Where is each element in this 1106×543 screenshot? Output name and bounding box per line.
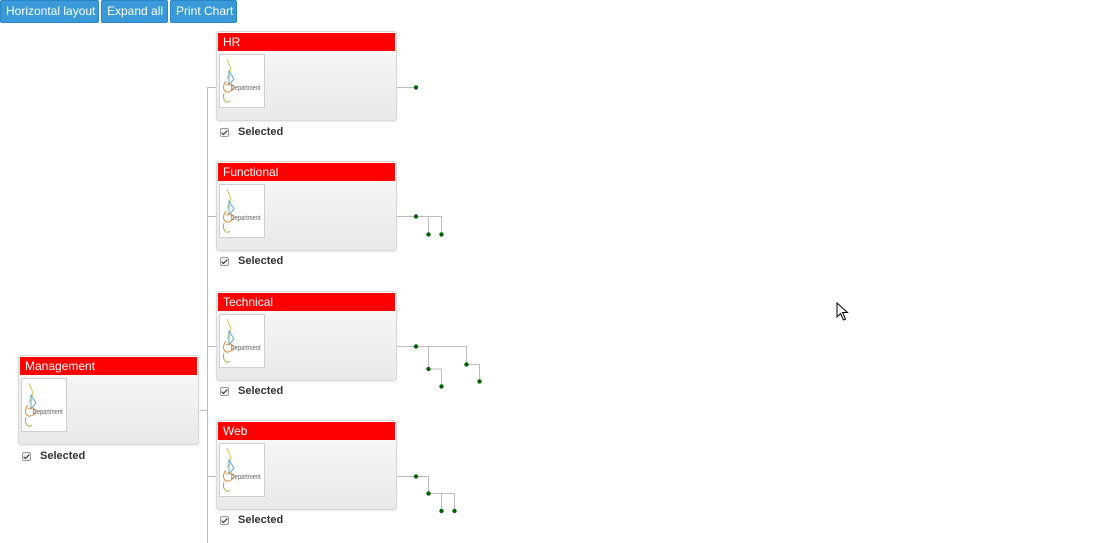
org-node-hr[interactable]: HR Department	[216, 31, 397, 121]
tree-connectors	[199, 85, 482, 543]
node-title: Management	[20, 357, 197, 375]
collapsed-node-dot[interactable]	[464, 362, 469, 367]
node-title: HR	[218, 33, 395, 51]
department-image-text: Department	[231, 85, 261, 93]
selected-label: Selected	[40, 450, 86, 462]
collapsed-node-dot[interactable]	[426, 491, 431, 496]
collapsed-node-dot[interactable]	[413, 85, 419, 90]
collapsed-node-dot[interactable]	[477, 379, 482, 384]
checkbox-checked-icon[interactable]	[220, 515, 229, 525]
department-image-text: Department	[33, 409, 63, 417]
collapsed-node-dot[interactable]	[413, 344, 419, 349]
checkbox-checked-icon[interactable]	[22, 451, 31, 461]
selected-label: Selected	[238, 514, 284, 526]
checkbox-checked-icon[interactable]	[220, 127, 229, 137]
selected-checkbox-management[interactable]: Selected	[22, 449, 85, 463]
selected-label: Selected	[238, 255, 284, 267]
collapsed-node-dot[interactable]	[452, 508, 457, 514]
department-image-text: Department	[231, 215, 261, 223]
collapsed-node-dot[interactable]	[413, 474, 419, 479]
org-node-functional[interactable]: Functional Department	[216, 161, 397, 251]
checkbox-checked-icon[interactable]	[220, 386, 229, 396]
department-image: Department	[21, 378, 67, 432]
collapsed-node-dot[interactable]	[439, 508, 444, 514]
collapsed-node-dot[interactable]	[413, 214, 419, 219]
collapsed-node-dot[interactable]	[426, 366, 431, 372]
selected-checkbox-hr[interactable]: Selected	[220, 125, 283, 139]
collapsed-node-dot[interactable]	[426, 232, 431, 237]
department-image: Department	[219, 54, 265, 108]
selected-checkbox-technical[interactable]: Selected	[220, 384, 283, 398]
checkbox-checked-icon[interactable]	[220, 256, 229, 266]
department-image-text: Department	[231, 474, 261, 482]
mouse-cursor-icon	[836, 302, 849, 321]
org-node-web[interactable]: Web Department	[216, 420, 397, 510]
node-title: Functional	[218, 163, 395, 181]
collapsed-node-dot[interactable]	[439, 384, 444, 389]
selected-checkbox-web[interactable]: Selected	[220, 513, 283, 527]
node-title: Technical	[218, 293, 395, 311]
department-image-text: Department	[231, 345, 261, 353]
department-image: Department	[219, 314, 265, 368]
department-image: Department	[219, 443, 265, 497]
selected-label: Selected	[238, 385, 284, 397]
node-title: Web	[218, 422, 395, 440]
collapsed-node-dot[interactable]	[439, 232, 444, 237]
selected-checkbox-functional[interactable]: Selected	[220, 254, 283, 268]
org-node-management[interactable]: Management Department	[18, 355, 199, 445]
selected-label: Selected	[238, 126, 284, 138]
org-node-technical[interactable]: Technical Department	[216, 291, 397, 381]
department-image: Department	[219, 184, 265, 238]
